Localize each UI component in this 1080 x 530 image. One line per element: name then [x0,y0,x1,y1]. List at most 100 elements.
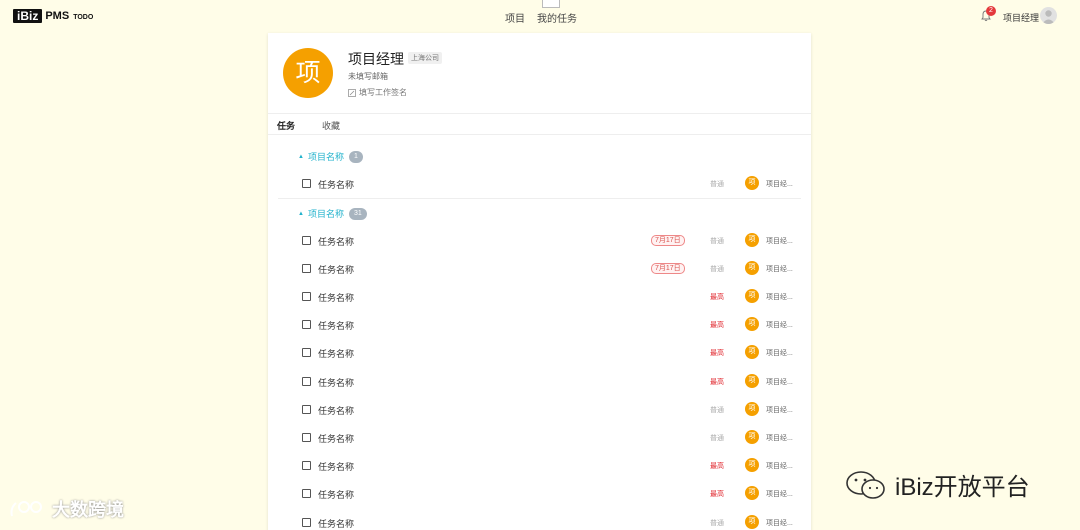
task-name: 任务名称 [318,490,355,500]
task-name: 任务名称 [318,462,355,472]
task-checkbox[interactable] [302,489,311,498]
task-priority: 普通 [710,435,724,442]
assignee-avatar: 项 [745,317,759,331]
task-row[interactable]: 任务名称 最高 项 项目经... [268,374,811,405]
task-checkbox[interactable] [302,236,311,245]
watermark-left: 大数跨境 [8,496,124,522]
task-row[interactable]: 任务名称 7月17日 普通 项 项目经... [268,261,811,292]
assignee-avatar: 项 [745,458,759,472]
tab-bar: 任务 收藏 [268,113,811,135]
assignee-avatar: 项 [745,289,759,303]
assignee-name: 项目经... [766,407,793,414]
group-header[interactable]: ▲ 项目名称 31 [298,207,367,220]
notification-badge: 2 [986,6,996,16]
task-name: 任务名称 [318,519,355,529]
task-name: 任务名称 [318,406,355,416]
task-row[interactable]: 任务名称 最高 项 项目经... [268,486,811,517]
task-row[interactable]: 任务名称 7月17日 普通 项 项目经... [268,233,811,264]
task-row[interactable]: 任务名称 最高 项 项目经... [268,317,811,348]
task-checkbox[interactable] [302,292,311,301]
task-row[interactable]: 任务名称 普通 项 项目经... [268,515,811,530]
task-priority: 普通 [710,238,724,245]
signature-link[interactable]: 填写工作签名 [348,87,407,98]
assignee-avatar: 项 [745,176,759,190]
group-count-badge: 31 [348,207,367,220]
task-priority: 最高 [710,379,724,386]
tab-tasks[interactable]: 任务 [277,119,295,132]
user-avatar-icon [1042,10,1055,24]
assignee-name: 项目经... [766,266,793,273]
assignee-avatar: 项 [745,486,759,500]
header-user-name[interactable]: 项目经理 [1003,11,1039,24]
task-checkbox[interactable] [302,264,311,273]
task-row[interactable]: 任务名称 最高 项 项目经... [268,345,811,376]
assignee-name: 项目经... [766,238,793,245]
signature-text: 填写工作签名 [359,88,407,97]
task-checkbox[interactable] [302,433,311,442]
watermark-logo-icon [10,501,42,517]
group-title: 项目名称 [307,152,344,162]
top-bar: iBiz PMS TODO 项目 我的任务 2 项目经理 [0,0,1080,32]
task-checkbox[interactable] [302,320,311,329]
tab-favorites[interactable]: 收藏 [322,119,340,132]
group-divider [278,198,801,199]
task-checkbox[interactable] [302,348,311,357]
assignee-avatar: 项 [745,374,759,388]
company-tag: 上海公司 [408,52,442,64]
task-priority: 普通 [710,181,724,188]
task-row[interactable]: 任务名称 最高 项 项目经... [268,289,811,320]
assignee-avatar: 项 [745,430,759,444]
task-name: 任务名称 [318,349,355,359]
task-row[interactable]: 任务名称 最高 项 项目经... [268,458,811,489]
top-notch-icon [542,0,560,8]
app-logo[interactable]: iBiz PMS TODO [13,9,93,23]
task-checkbox[interactable] [302,179,311,188]
nav-item-my-tasks[interactable]: 我的任务 [537,10,577,25]
task-row[interactable]: 任务名称 普通 项 项目经... [268,176,811,207]
watermark-right: iBiz开放平台 [845,467,1030,502]
logo-todo: TODO [73,13,94,21]
task-checkbox[interactable] [302,377,311,386]
task-row[interactable]: 任务名称 普通 项 项目经... [268,402,811,433]
task-priority: 最高 [710,294,724,301]
task-checkbox[interactable] [302,518,311,527]
assignee-name: 项目经... [766,294,793,301]
task-due-date: 7月17日 [651,235,685,246]
user-task-card: 项 项目经理 上海公司 未填写邮箱 填写工作签名 任务 收藏 ▲ 项目名称 1 … [268,33,811,530]
task-priority: 最高 [710,350,724,357]
task-row[interactable]: 任务名称 普通 项 项目经... [268,430,811,461]
group-count-badge: 1 [348,150,363,163]
wechat-icon [846,470,885,499]
assignee-name: 项目经... [766,463,793,470]
main-nav: 项目 我的任务 [505,10,577,25]
logo-box: iBiz [13,9,43,23]
task-name: 任务名称 [318,321,355,331]
task-priority: 普通 [710,407,724,414]
assignee-avatar: 项 [745,233,759,247]
task-due-date: 7月17日 [651,263,685,274]
task-priority: 普通 [710,520,724,527]
task-name: 任务名称 [318,293,355,303]
task-name: 任务名称 [318,434,355,444]
group-header[interactable]: ▲ 项目名称 1 [298,150,363,163]
task-checkbox[interactable] [302,461,311,470]
watermark-left-text: 大数跨境 [52,500,124,520]
assignee-name: 项目经... [766,322,793,329]
assignee-name: 项目经... [766,181,793,188]
profile-name: 项目经理 [348,51,404,67]
assignee-name: 项目经... [766,350,793,357]
assignee-avatar: 项 [745,261,759,275]
task-priority: 普通 [710,266,724,273]
assignee-avatar: 项 [745,345,759,359]
task-name: 任务名称 [318,265,355,275]
task-checkbox[interactable] [302,405,311,414]
task-name: 任务名称 [318,180,355,190]
task-priority: 最高 [710,322,724,329]
caret-up-icon: ▲ [298,153,304,160]
task-name: 任务名称 [318,378,355,388]
header-user-avatar[interactable] [1040,7,1057,24]
assignee-avatar: 项 [745,402,759,416]
nav-item-projects[interactable]: 项目 [505,10,525,25]
caret-up-icon: ▲ [298,210,304,217]
watermark-right-text: iBiz开放平台 [895,474,1030,501]
